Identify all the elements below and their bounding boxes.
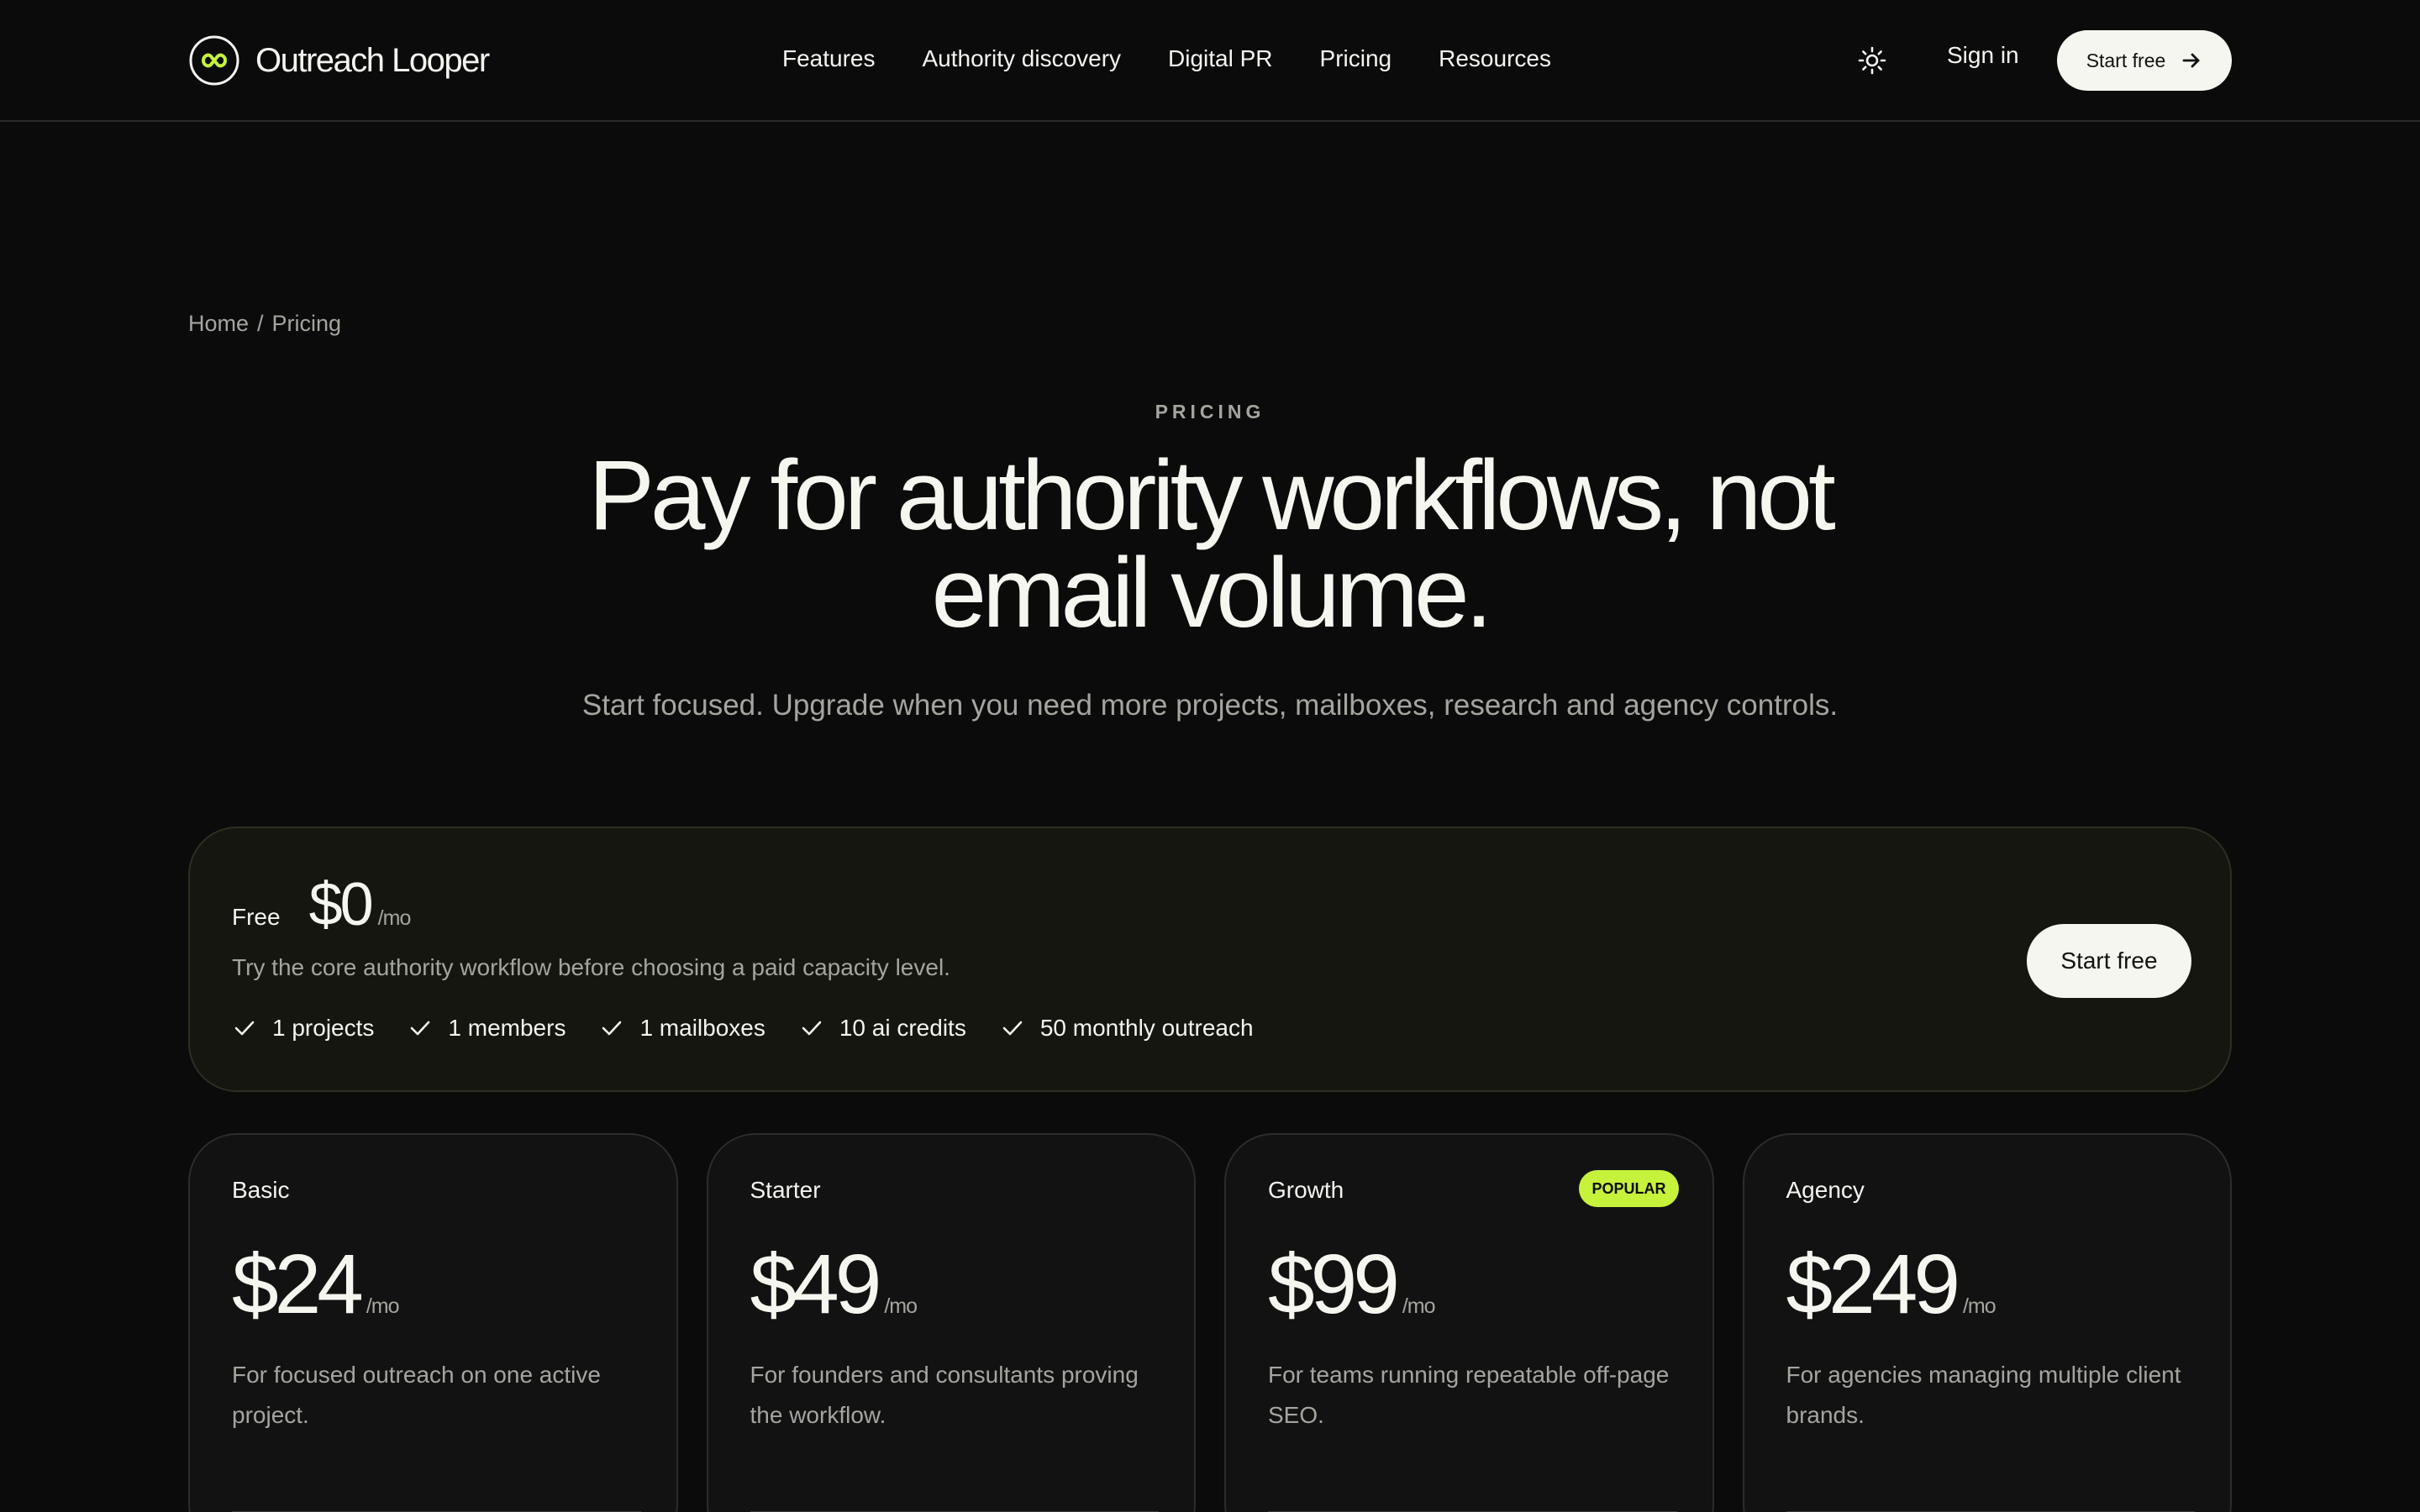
free-plan-description: Try the core authority workflow before c… <box>232 954 950 980</box>
free-plan-price: $0 <box>308 871 374 938</box>
page-title: Pay for authority workflows, not email v… <box>454 446 1966 643</box>
logo-text: Outreach Looper <box>255 41 490 79</box>
plan-name: Growth <box>1268 1177 1344 1203</box>
plan-name: Basic <box>232 1177 290 1203</box>
nav-resources[interactable]: Resources <box>1439 45 1551 72</box>
plan-card-starter: Starter $49 /mo For founders and consult… <box>706 1133 1196 1512</box>
feature-label: 1 members <box>448 1015 566 1041</box>
check-icon <box>234 1021 255 1036</box>
feature-label: 50 monthly outreach <box>1039 1015 1254 1041</box>
breadcrumb-home[interactable]: Home <box>188 311 249 337</box>
plan-price-row: $249 /mo <box>1786 1242 1996 1326</box>
plan-price-row: $24 /mo <box>232 1237 400 1331</box>
plan-price-row: $49 /mo <box>750 1242 918 1326</box>
free-plan-card: Free $0 /mo Try the core authority workf… <box>188 827 2232 1092</box>
check-icon <box>1002 1021 1023 1036</box>
header-start-free-button[interactable]: Start free <box>2057 30 2232 91</box>
header-start-free-label: Start free <box>2086 49 2166 71</box>
plan-period: /mo <box>366 1294 400 1318</box>
plan-card-growth: Growth POPULAR $99 /mo For teams running… <box>1224 1133 1714 1512</box>
plan-description: For focused outreach on one active proje… <box>232 1362 601 1428</box>
feature-label: 10 ai credits <box>839 1015 966 1041</box>
page-title-line-2: email volume. <box>931 538 1493 648</box>
page-title-line-1: Pay for authority workflows, not <box>588 440 1836 551</box>
arrow-right-icon <box>2182 53 2200 68</box>
sun-icon <box>1858 46 1886 75</box>
feature-item: 1 projects <box>232 1015 374 1042</box>
page-subtitle: Start focused. Upgrade when you need mor… <box>581 689 1839 722</box>
plan-description: For agencies managing multiple client br… <box>1786 1362 2181 1428</box>
feature-item: 1 members <box>408 1015 566 1042</box>
check-icon <box>411 1021 430 1036</box>
plan-period: /mo <box>1962 1294 1996 1318</box>
plan-description: For founders and consultants proving the… <box>750 1362 1139 1428</box>
site-header: Outreach Looper Features Authority disco… <box>0 0 2420 122</box>
theme-toggle-button[interactable] <box>1854 42 1891 79</box>
feature-label: 1 projects <box>272 1015 375 1041</box>
plan-name: Agency <box>1786 1177 1865 1203</box>
plan-period: /mo <box>884 1294 918 1318</box>
popular-badge: POPULAR <box>1579 1170 1679 1207</box>
check-icon <box>602 1021 622 1036</box>
feature-label: 1 mailboxes <box>639 1015 765 1041</box>
breadcrumb-current: Pricing <box>271 311 342 336</box>
free-plan-features: 1 projects 1 members 1 mailboxes 10 ai c… <box>232 1015 1254 1042</box>
feature-item: 1 mailboxes <box>599 1015 765 1042</box>
sign-in-link[interactable]: Sign in <box>1947 42 2019 69</box>
plan-card-basic: Basic $24 /mo For focused outreach on on… <box>188 1133 678 1512</box>
feature-item: 10 ai credits <box>799 1015 966 1042</box>
plan-card-agency: Agency $249 /mo For agencies managing mu… <box>1742 1133 2232 1512</box>
breadcrumb: Home / Pricing <box>188 311 341 337</box>
plan-price: $24 <box>232 1237 364 1331</box>
free-plan-period: /mo <box>377 906 412 930</box>
nav-pricing[interactable]: Pricing <box>1320 45 1392 72</box>
plan-name: Starter <box>750 1177 821 1203</box>
plan-description: For teams running repeatable off-page SE… <box>1268 1362 1670 1428</box>
feature-item: 50 monthly outreach <box>1000 1015 1254 1042</box>
free-plan-name: Free <box>232 904 281 930</box>
plan-grid: Basic $24 /mo For focused outreach on on… <box>188 1133 2232 1512</box>
logo[interactable]: Outreach Looper <box>188 34 490 87</box>
plan-price-row: $99 /mo <box>1268 1237 1436 1331</box>
plan-period: /mo <box>1402 1294 1436 1318</box>
infinity-loop-icon <box>189 35 239 86</box>
check-icon <box>802 1021 822 1036</box>
nav-features[interactable]: Features <box>782 45 876 72</box>
plan-price: $249 <box>1786 1237 1960 1331</box>
breadcrumb-separator: / <box>257 311 264 336</box>
main-nav: Features Authority discovery Digital PR … <box>782 40 1551 77</box>
plan-price: $99 <box>1268 1237 1400 1331</box>
section-eyebrow: PRICING <box>1155 401 1265 423</box>
free-plan-start-button[interactable]: Start free <box>2027 924 2191 998</box>
free-plan-header: Free $0 /mo <box>232 870 412 939</box>
nav-digital-pr[interactable]: Digital PR <box>1168 45 1272 72</box>
nav-authority-discovery[interactable]: Authority discovery <box>923 45 1122 72</box>
plan-price: $49 <box>750 1237 882 1331</box>
